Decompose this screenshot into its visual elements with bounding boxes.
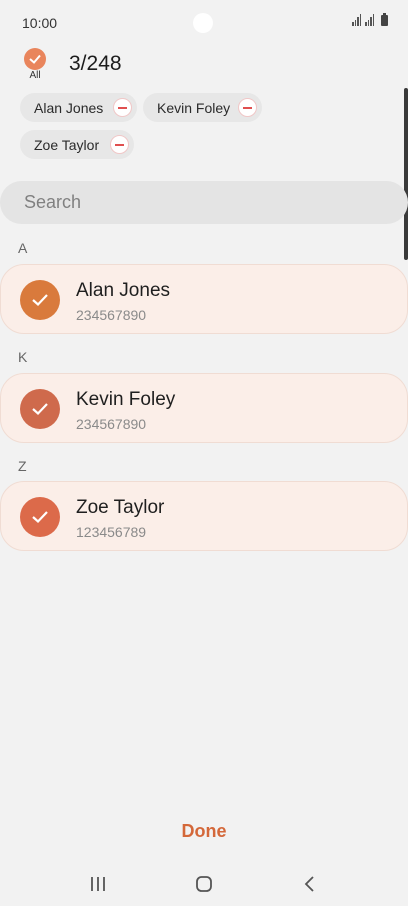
search-placeholder: Search — [24, 192, 82, 212]
contact-row-zoe-taylor[interactable]: Zoe Taylor 123456789 — [0, 481, 408, 551]
selection-header: All 3/248 — [0, 46, 408, 86]
section-header-k: K — [18, 349, 28, 365]
contact-name: Kevin Foley — [76, 389, 176, 410]
status-icons — [352, 13, 388, 26]
contact-row-alan-jones[interactable]: Alan Jones 234567890 — [0, 264, 408, 334]
scroll-indicator[interactable] — [404, 88, 408, 260]
home-icon[interactable] — [192, 872, 216, 896]
cell-signal-icon — [365, 14, 374, 26]
chip-label: Kevin Foley — [157, 99, 231, 116]
back-icon[interactable] — [298, 872, 322, 896]
check-icon — [32, 294, 48, 307]
check-icon — [29, 54, 41, 64]
section-header-z: Z — [18, 458, 27, 474]
recent-apps-icon[interactable] — [86, 872, 110, 896]
contact-checkbox[interactable] — [20, 497, 60, 537]
contact-number: 234567890 — [76, 416, 147, 432]
navigation-bar — [0, 862, 408, 906]
chip-label: Alan Jones — [34, 99, 104, 116]
select-all-checkbox[interactable] — [24, 48, 46, 70]
battery-icon — [381, 13, 388, 26]
camera-cutout — [193, 13, 213, 33]
contact-number: 234567890 — [76, 307, 147, 323]
section-header-a: A — [18, 240, 28, 256]
contact-number: 123456789 — [76, 524, 147, 540]
check-icon — [32, 403, 48, 416]
select-all-label: All — [29, 70, 41, 81]
contact-row-kevin-foley[interactable]: Kevin Foley 234567890 — [0, 373, 408, 443]
contact-name: Zoe Taylor — [76, 497, 165, 518]
chip-kevin-foley[interactable]: Kevin Foley — [143, 93, 262, 122]
clock: 10:00 — [22, 15, 58, 31]
chip-label: Zoe Taylor — [34, 136, 100, 153]
search-input[interactable]: Search — [0, 181, 408, 224]
check-icon — [32, 511, 48, 524]
remove-chip-icon[interactable] — [110, 135, 129, 154]
remove-chip-icon[interactable] — [113, 98, 132, 117]
status-bar: 10:00 — [0, 0, 408, 46]
contact-checkbox[interactable] — [20, 389, 60, 429]
contact-checkbox[interactable] — [20, 280, 60, 320]
remove-chip-icon[interactable] — [238, 98, 257, 117]
wifi-signal-icon — [352, 14, 361, 26]
chip-alan-jones[interactable]: Alan Jones — [20, 93, 137, 122]
done-button[interactable]: Done — [0, 821, 408, 842]
chip-zoe-taylor[interactable]: Zoe Taylor — [20, 130, 134, 159]
contact-name: Alan Jones — [76, 280, 171, 301]
selected-count: 3/248 — [69, 52, 122, 75]
